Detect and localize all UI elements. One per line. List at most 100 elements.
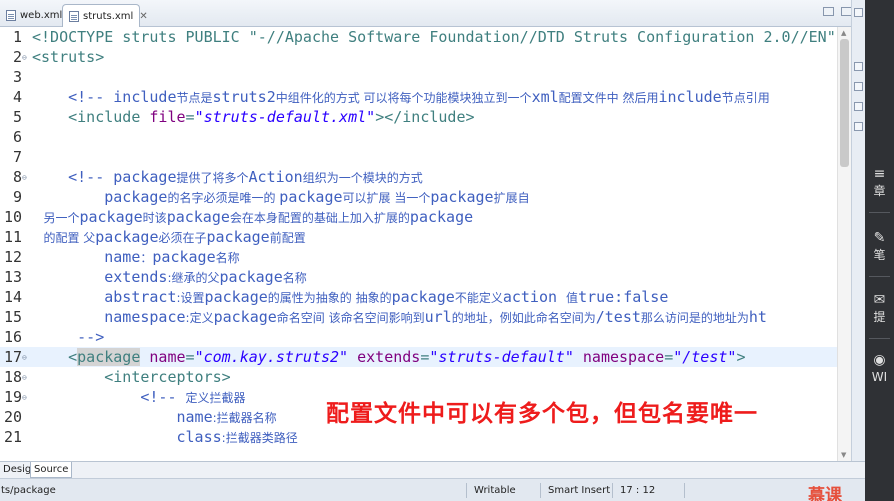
tab-web-xml[interactable]: web.xml [0,4,62,27]
code-token: package [206,228,270,246]
task-view-button[interactable] [854,82,863,91]
message-icon: ✉ [873,292,886,308]
status-divider [540,483,541,498]
code-token: package [409,208,474,226]
code-line[interactable]: 9 package的名字必须是唯一的 package可以扩展 当一个packag… [0,187,851,207]
code-token: class [32,428,222,446]
code-token: <!-- package [32,168,177,186]
code-token: 时该 [142,211,167,225]
scroll-down-arrow-icon[interactable]: ▼ [841,451,846,459]
code-text: <!-- package提供了将多个Action组织为一个模块的方式 [32,167,423,188]
line-number: 5 [12,108,22,126]
code-token: 不能定义 [454,291,503,305]
code-token: "struts-default" [429,348,574,366]
code-line[interactable]: 15 namespace:定义package命名空间 该命名空间影响到url的地… [0,307,851,327]
code-token: 前配置 [269,231,306,245]
scrollbar-thumb[interactable] [840,39,849,167]
tab-struts-xml[interactable]: struts.xml ✕ [62,4,148,27]
code-line[interactable]: 13 extends:继承的父package名称 [0,267,851,287]
status-cursor-position: 17 : 12 [620,485,656,496]
editor-vertical-scrollbar[interactable]: ▲ ▼ [837,27,851,461]
code-token: true:false [578,288,669,306]
code-token: name [32,408,213,426]
code-token: <!-- include [32,88,177,106]
code-token: :拦截器名称 [212,411,277,425]
code-line[interactable]: 2 ⊖ <struts> [0,47,851,67]
fold-toggle-icon[interactable]: ⊖ [22,388,30,408]
code-token: <!-- [32,388,186,406]
code-token: ht [748,308,767,326]
code-line[interactable]: 10 另一个package时该package会在本身配置的基础上加入扩展的pac… [0,207,851,227]
code-token: 的属性为抽象的 抽象的 [267,291,392,305]
code-token: namespace [32,308,186,326]
code-line[interactable]: 5 <include file="struts-default.xml"></i… [0,107,851,127]
wiki-button[interactable]: ◉ WI [865,352,894,384]
line-number: 3 [12,68,22,86]
notes-button[interactable]: ✎ 笔 [865,230,894,262]
code-token: 名称 [215,251,240,265]
code-token: package [279,188,343,206]
code-line[interactable]: 4 <!-- include节点是struts2中组件化的方式 可以将每个功能模… [0,87,851,107]
question-button[interactable]: ✉ 提 [865,292,894,324]
code-token: "/test" [673,348,737,366]
panel-divider [869,212,890,213]
line-number: 14 [3,288,22,306]
line-number: 11 [3,228,22,246]
video-player-side-panel: ≡ 章 ✎ 笔 ✉ 提 ◉ WI [865,0,894,501]
site-logo: 慕课 [808,486,842,501]
line-number: 17 [3,348,22,366]
code-token: "struts-default.xml" [194,108,376,126]
code-token: file [149,108,186,126]
code-token: package [77,348,141,366]
code-token: 的地址，例如此命名空间为 [451,311,596,325]
code-line[interactable]: 3 [0,67,851,87]
code-token: 的名字必须是唯一的 [167,191,280,205]
code-text: <package name="com.kay.struts2" extends=… [32,347,745,367]
code-line[interactable]: 17 ⊖ <package name="com.kay.struts2" exte… [0,347,851,367]
code-line[interactable]: 1 <!DOCTYPE struts PUBLIC "-//Apache Soft… [0,27,851,47]
code-line[interactable]: 12 name：package名称 [0,247,851,267]
question-label: 提 [873,310,886,324]
tab-label: web.xml [20,10,63,21]
tab-label: struts.xml [83,10,134,22]
code-line[interactable]: 7 [0,147,851,167]
line-number: 2 [12,48,22,66]
line-number: 13 [3,268,22,286]
console-view-button[interactable] [854,122,863,131]
code-token: "com.kay.struts2" [194,348,349,366]
code-token: 可以扩展 当一个 [342,191,431,205]
outline-view-button[interactable] [854,62,863,71]
code-token: = [185,348,195,366]
code-token: package [391,288,455,306]
fold-toggle-icon[interactable]: ⊖ [22,368,30,388]
code-token: :拦截器类路径 [221,431,298,445]
code-token: :继承的父 [167,271,220,285]
fold-toggle-icon[interactable]: ⊖ [22,48,30,68]
problems-view-button[interactable] [854,102,863,111]
code-line[interactable]: 14 abstract:设置package的属性为抽象的 抽象的package不… [0,287,851,307]
code-line[interactable]: 18 ⊖ <interceptors> [0,367,851,387]
code-token: package [219,268,283,286]
panel-divider [869,338,890,339]
code-line[interactable]: 16 --> [0,327,851,347]
code-token: 命名空间 该命名空间影响到 [276,311,425,325]
line-number: 20 [3,408,22,426]
code-line[interactable]: 8 ⊖ <!-- package提供了将多个Action组织为一个模块的方式 [0,167,851,187]
chapter-button[interactable]: ≡ 章 [865,166,894,198]
panel-divider [869,276,890,277]
code-text: 的配置 父package必须在子package前配置 [32,227,306,248]
fold-toggle-icon[interactable]: ⊖ [22,348,30,368]
code-token: 另一个 [32,211,80,225]
minimize-button[interactable] [823,7,834,16]
tab-source[interactable]: Source [30,462,73,478]
scroll-up-arrow-icon[interactable]: ▲ [841,29,846,37]
fold-toggle-icon[interactable]: ⊖ [22,168,30,188]
minimize-panel-button[interactable] [854,8,863,17]
close-icon[interactable]: ✕ [139,11,147,22]
code-line[interactable]: 11 的配置 父package必须在子package前配置 [0,227,851,247]
code-token: ></include> [375,108,475,126]
code-token: 定义拦截器 [185,391,246,405]
code-line[interactable]: 6 [0,127,851,147]
code-line[interactable]: 21 class:拦截器类路径 [0,427,851,447]
